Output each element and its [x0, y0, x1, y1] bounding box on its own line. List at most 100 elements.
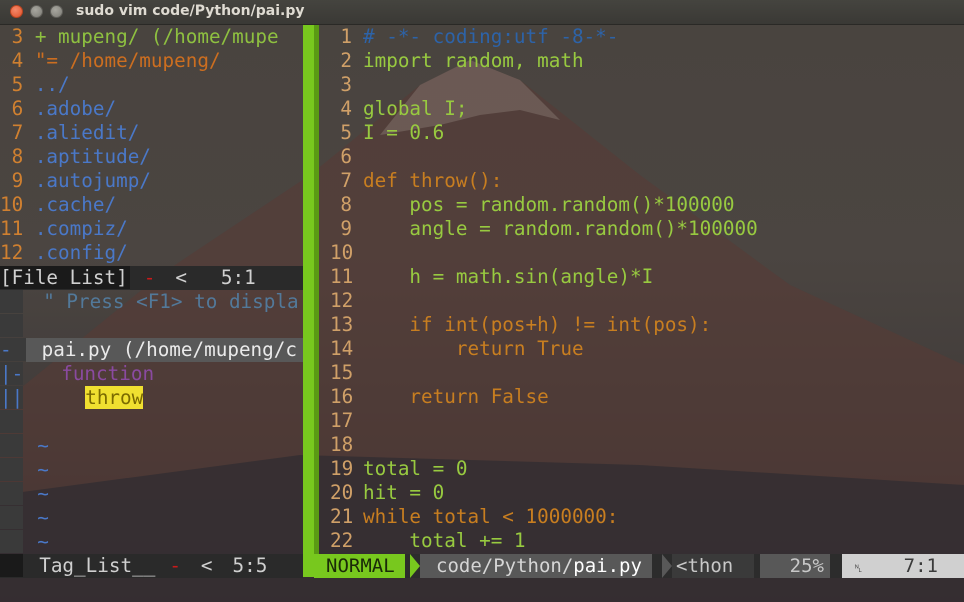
code-text: global I;	[363, 97, 468, 120]
tag-list-statusline[interactable]: Tag_List__ - <5:5	[0, 554, 303, 578]
code-line[interactable]: 2 import random, math	[330, 49, 964, 73]
line-number: 10	[330, 241, 354, 264]
code-line[interactable]: 3	[330, 73, 964, 97]
file-list-line[interactable]: 6 .adobe/	[0, 97, 303, 121]
code-line[interactable]: 11 h = math.sin(angle)*I	[330, 265, 964, 289]
vertical-split-bar[interactable]	[303, 25, 314, 577]
window-title: sudo vim code/Python/pai.py	[76, 3, 305, 19]
line-number: 7	[0, 121, 24, 144]
filetype-indicator: <thon	[672, 554, 754, 578]
file-list-line[interactable]: 12 .config/	[0, 241, 303, 265]
code-line[interactable]: 15	[330, 361, 964, 385]
scroll-percent: 25%	[760, 554, 830, 578]
line-number: 19	[330, 457, 354, 480]
code-line[interactable]: 9 angle = random.random()*100000	[330, 217, 964, 241]
tilde-line: ~	[0, 434, 303, 458]
line-number: 15	[330, 361, 354, 384]
tilde-marker: ~	[37, 458, 49, 481]
tag-list-hint: " Press <F1> to displa	[0, 290, 303, 314]
code-text: total += 1	[363, 529, 526, 552]
main-statusline[interactable]: NORMAL code/Python/pai.py <thon 25% ␤ 7:1	[314, 554, 964, 578]
file-list-entry: .compiz/	[23, 217, 128, 240]
line-number: 2	[340, 49, 352, 72]
vertical-split-shadow	[314, 25, 319, 577]
code-text: return True	[363, 337, 584, 360]
file-list-line[interactable]: 7 .aliedit/	[0, 121, 303, 145]
tilde-marker: ~	[37, 530, 49, 553]
tilde-line: ~	[0, 482, 303, 506]
code-text: hit = 0	[363, 481, 445, 504]
tag-list-status-flag: -	[169, 554, 181, 577]
powerline-separator-icon	[662, 554, 672, 578]
file-list-line[interactable]: 8 .aptitude/	[0, 145, 303, 169]
code-line[interactable]: 1 # -*- coding:utf -8-*-	[330, 25, 964, 49]
tag-list-file[interactable]: pai.py (/home/mupeng/c	[25, 338, 303, 362]
code-line[interactable]: 20 hit = 0	[330, 481, 964, 505]
minimize-window-button[interactable]	[30, 5, 43, 18]
file-list-statusline[interactable]: [File List] - <5:1	[0, 266, 303, 290]
file-list-line[interactable]: 4 "= /home/mupeng/	[0, 49, 303, 73]
maximize-window-button[interactable]	[50, 5, 63, 18]
code-line[interactable]: 18	[330, 433, 964, 457]
line-number: 20	[330, 481, 354, 504]
close-window-button[interactable]	[10, 5, 23, 18]
tag-list-hint-text: " Press <F1> to displa	[43, 290, 299, 313]
file-path-dir: code/Python/	[436, 555, 574, 577]
file-list-status-name: [File List]	[0, 266, 130, 289]
code-line[interactable]: 5 I = 0.6	[330, 121, 964, 145]
line-number: 8	[0, 145, 24, 168]
tag-list-blank	[0, 314, 303, 338]
code-line[interactable]: 13 if int(pos+h) != int(pos):	[330, 313, 964, 337]
fold-marker: |-	[0, 362, 24, 385]
file-list-entry: "= /home/mupeng/	[23, 49, 221, 72]
code-text: total = 0	[363, 457, 468, 480]
tag-list-tag-row[interactable]: || throw	[0, 386, 303, 410]
code-line[interactable]: 22 total += 1	[330, 529, 964, 553]
cursor-position: ␤ 7:1	[842, 554, 964, 578]
file-list-line[interactable]: 5 ../	[0, 73, 303, 97]
file-list-line[interactable]: 10 .cache/	[0, 193, 303, 217]
code-line[interactable]: 21 while total < 1000000:	[330, 505, 964, 529]
tilde-line: ~	[0, 530, 303, 554]
code-text: I = 0.6	[363, 121, 445, 144]
code-line[interactable]: 16 return False	[330, 385, 964, 409]
line-number: 12	[0, 241, 24, 264]
line-number: 5	[0, 73, 24, 96]
code-line[interactable]: 8 pos = random.random()*100000	[330, 193, 964, 217]
tag-list-tag-throw[interactable]: throw	[85, 386, 144, 409]
code-text: angle = random.random()*100000	[363, 217, 758, 240]
file-list-status: [File List] - <5:1	[0, 266, 303, 290]
code-line[interactable]: 7 def throw():	[330, 169, 964, 193]
line-number: 9	[340, 217, 352, 240]
code-text: # -*- coding:utf -8-*-	[363, 25, 619, 48]
file-name: pai.py	[573, 555, 642, 577]
file-list-line[interactable]: 3 + mupeng/ (/home/mupe	[0, 25, 303, 49]
file-list-line[interactable]: 11 .compiz/	[0, 217, 303, 241]
code-text: import random, math	[363, 49, 584, 72]
tag-list-file-row[interactable]: - pai.py (/home/mupeng/c	[0, 338, 303, 362]
code-line[interactable]: 4 global I;	[330, 97, 964, 121]
code-line[interactable]: 19 total = 0	[330, 457, 964, 481]
line-number: 14	[330, 337, 354, 360]
file-list-entry: .aptitude/	[23, 145, 151, 168]
code-line[interactable]: 12	[330, 289, 964, 313]
code-text: if int(pos+h) != int(pos):	[363, 313, 712, 336]
code-line[interactable]: 6	[330, 145, 964, 169]
line-number-icon: ␤	[854, 562, 863, 575]
tilde-marker: ~	[37, 482, 49, 505]
file-list-line[interactable]: 9 .autojump/	[0, 169, 303, 193]
code-line[interactable]: 10	[330, 241, 964, 265]
code-line[interactable]: 14 return True	[330, 337, 964, 361]
tag-list-kind: function	[61, 362, 155, 385]
line-number: 4	[0, 49, 24, 72]
line-number: 4	[340, 97, 352, 120]
line-number: 3	[0, 25, 24, 48]
tag-list-kind-row[interactable]: |- function	[0, 362, 303, 386]
code-text: def throw():	[363, 169, 503, 192]
terminal-area[interactable]: 3 + mupeng/ (/home/mupe 4 "= /home/mupen…	[0, 25, 964, 602]
file-list-status-sep: <	[175, 266, 187, 289]
code-line[interactable]: 17	[330, 409, 964, 433]
line-number: 6	[0, 97, 24, 120]
line-number: 7	[340, 169, 352, 192]
line-number: 1	[340, 25, 352, 48]
